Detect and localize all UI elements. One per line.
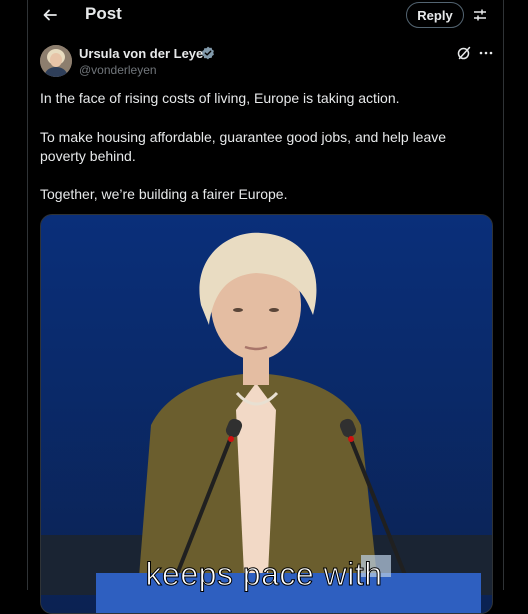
video-caption: keeps pace with <box>145 556 383 593</box>
back-button[interactable] <box>40 5 60 25</box>
page-title: Post <box>85 4 122 23</box>
avatar[interactable] <box>40 45 72 77</box>
more-horizontal-icon <box>479 51 493 55</box>
grok-icon <box>457 46 471 60</box>
verified-badge-icon <box>202 46 214 60</box>
more-options-button[interactable] <box>478 45 494 61</box>
author-name[interactable]: Ursula von der Leyen <box>79 46 211 61</box>
post-paragraph: Together, we’re building a fairer Europe… <box>40 186 288 202</box>
post-header: Post Reply <box>0 0 528 30</box>
post-paragraph: In the face of rising costs of living, E… <box>40 90 400 106</box>
video-frame <box>41 215 492 613</box>
author-handle[interactable]: @vonderleyen <box>79 63 157 77</box>
post-paragraph: To make housing affordable, guarantee go… <box>40 129 447 164</box>
arrow-left-icon <box>43 9 57 21</box>
sliders-icon <box>474 9 486 21</box>
reply-button[interactable]: Reply <box>406 2 464 28</box>
grok-button[interactable] <box>456 45 472 61</box>
avatar-portrait <box>40 45 72 77</box>
post-video[interactable] <box>40 214 493 614</box>
settings-button[interactable] <box>470 5 490 25</box>
